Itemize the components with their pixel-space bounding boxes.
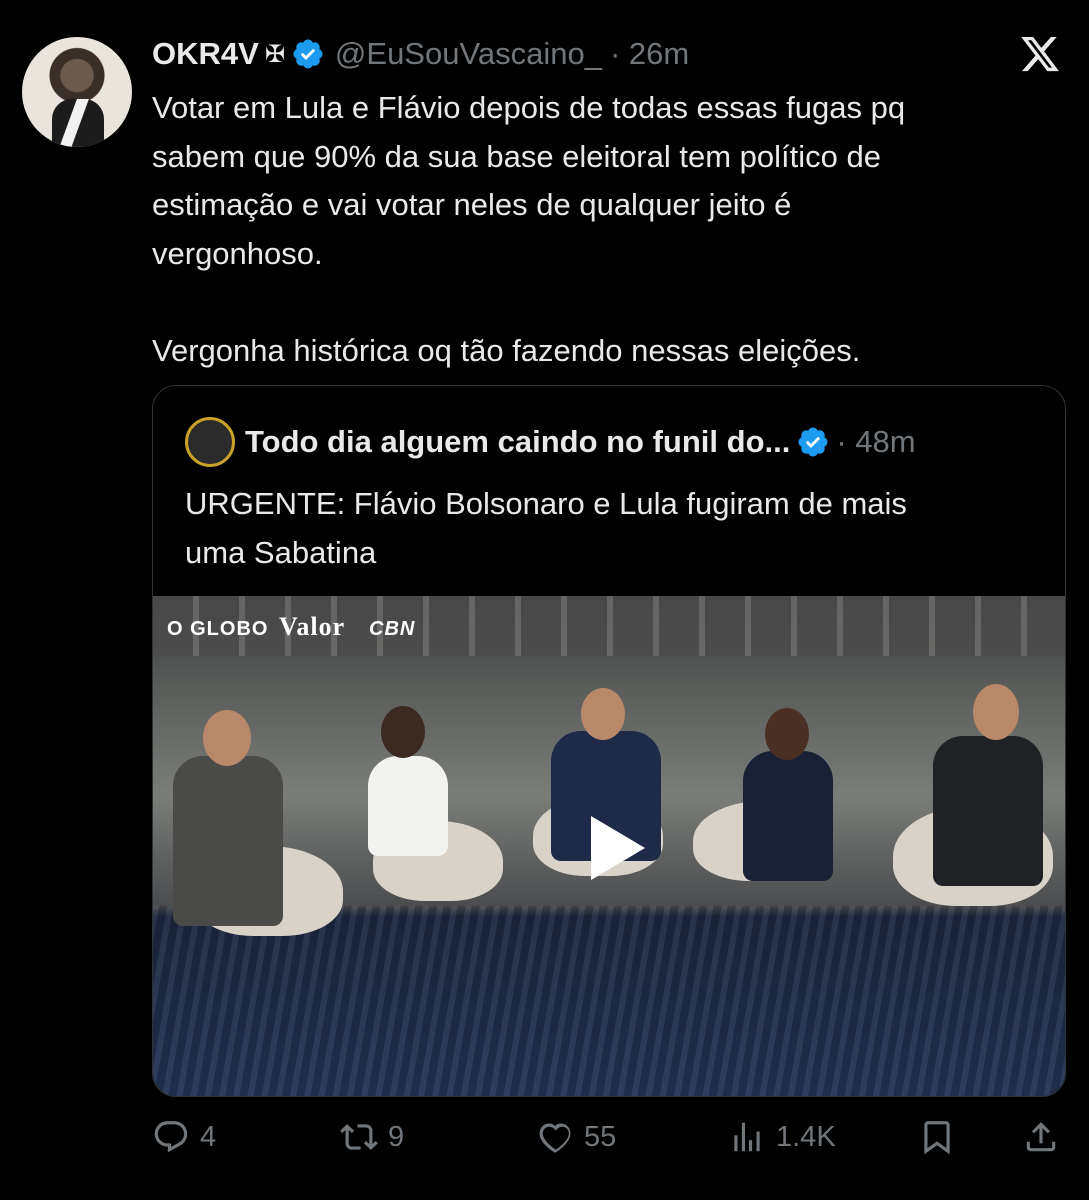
quoted-author-avatar[interactable]	[185, 417, 235, 467]
like-button[interactable]: 55	[536, 1112, 616, 1162]
panelist	[743, 751, 833, 881]
author-name[interactable]: OKR4V	[152, 36, 259, 72]
repost-icon	[340, 1124, 378, 1150]
quoted-tweet[interactable]: Todo dia alguem caindo no funil do... · …	[152, 385, 1066, 1097]
like-icon	[539, 1123, 571, 1153]
verified-icon	[293, 39, 323, 69]
panelist-head	[581, 688, 625, 740]
verified-icon	[798, 427, 828, 457]
panelist-head	[381, 706, 425, 758]
quoted-text-line: URGENTE: Flávio Bolsonaro e Lula fugiram…	[185, 486, 907, 521]
tweet-text-line: Vergonha histórica oq tão fazendo nessas…	[152, 332, 861, 368]
brand-valor: Valor	[279, 612, 346, 641]
bookmark-icon	[924, 1121, 950, 1155]
quoted-tweet-time[interactable]: · 48m	[836, 424, 915, 460]
reply-icon	[154, 1121, 188, 1153]
tweet-text-line: Votar em Lula e Flávio depois de todas e…	[152, 90, 906, 125]
views-icon	[734, 1122, 760, 1152]
reply-count: 4	[200, 1120, 217, 1153]
tweet-actions: 4 9 55 1.4K	[152, 1112, 1064, 1162]
views-count: 1.4K	[776, 1120, 836, 1153]
quoted-tweet-text: URGENTE: Flávio Bolsonaro e Lula fugiram…	[185, 480, 1045, 577]
like-count: 55	[584, 1120, 617, 1153]
panelist-head	[765, 708, 809, 760]
tweet-text-line: estimação e vai votar neles de qualquer …	[152, 187, 792, 222]
share-icon	[1026, 1122, 1056, 1152]
quoted-tweet-header: Todo dia alguem caindo no funil do... · …	[185, 417, 916, 467]
panelist	[173, 756, 283, 926]
panelist	[933, 736, 1043, 886]
share-button[interactable]	[1022, 1112, 1060, 1162]
repost-button[interactable]: 9	[340, 1112, 404, 1162]
views-button[interactable]: 1.4K	[728, 1112, 836, 1162]
tweet-text: Votar em Lula e Flávio depois de todas e…	[152, 84, 1062, 375]
author-handle[interactable]: @EuSouVascaino_	[335, 36, 602, 72]
author-avatar[interactable]	[22, 37, 132, 147]
bookmark-button[interactable]	[918, 1112, 956, 1162]
video-player[interactable]: O GLOBO Valor CBN	[153, 596, 1065, 1096]
panelist-head	[973, 684, 1019, 740]
reply-button[interactable]: 4	[152, 1112, 216, 1162]
play-icon[interactable]	[591, 816, 645, 880]
panelist	[368, 756, 448, 856]
x-logo-icon	[1021, 36, 1059, 72]
brand-cbn: CBN	[369, 618, 416, 640]
repost-count: 9	[388, 1120, 405, 1153]
quoted-author-name[interactable]: Todo dia alguem caindo no funil do...	[245, 424, 790, 460]
author-emblem: ✠	[264, 40, 285, 68]
quoted-text-line: uma Sabatina	[185, 534, 377, 570]
brand-o-globo: O GLOBO	[167, 618, 269, 640]
tweet-text-spacer	[152, 278, 1062, 327]
panelist-head	[203, 710, 251, 766]
tweet-header: OKR4V ✠ @EuSouVascaino_ · 26m	[152, 32, 689, 76]
tweet-time[interactable]: · 26m	[610, 36, 689, 72]
tweet-text-line: vergonhoso.	[152, 235, 323, 271]
tweet-text-line: sabem que 90% da sua base eleitoral tem …	[152, 138, 881, 174]
